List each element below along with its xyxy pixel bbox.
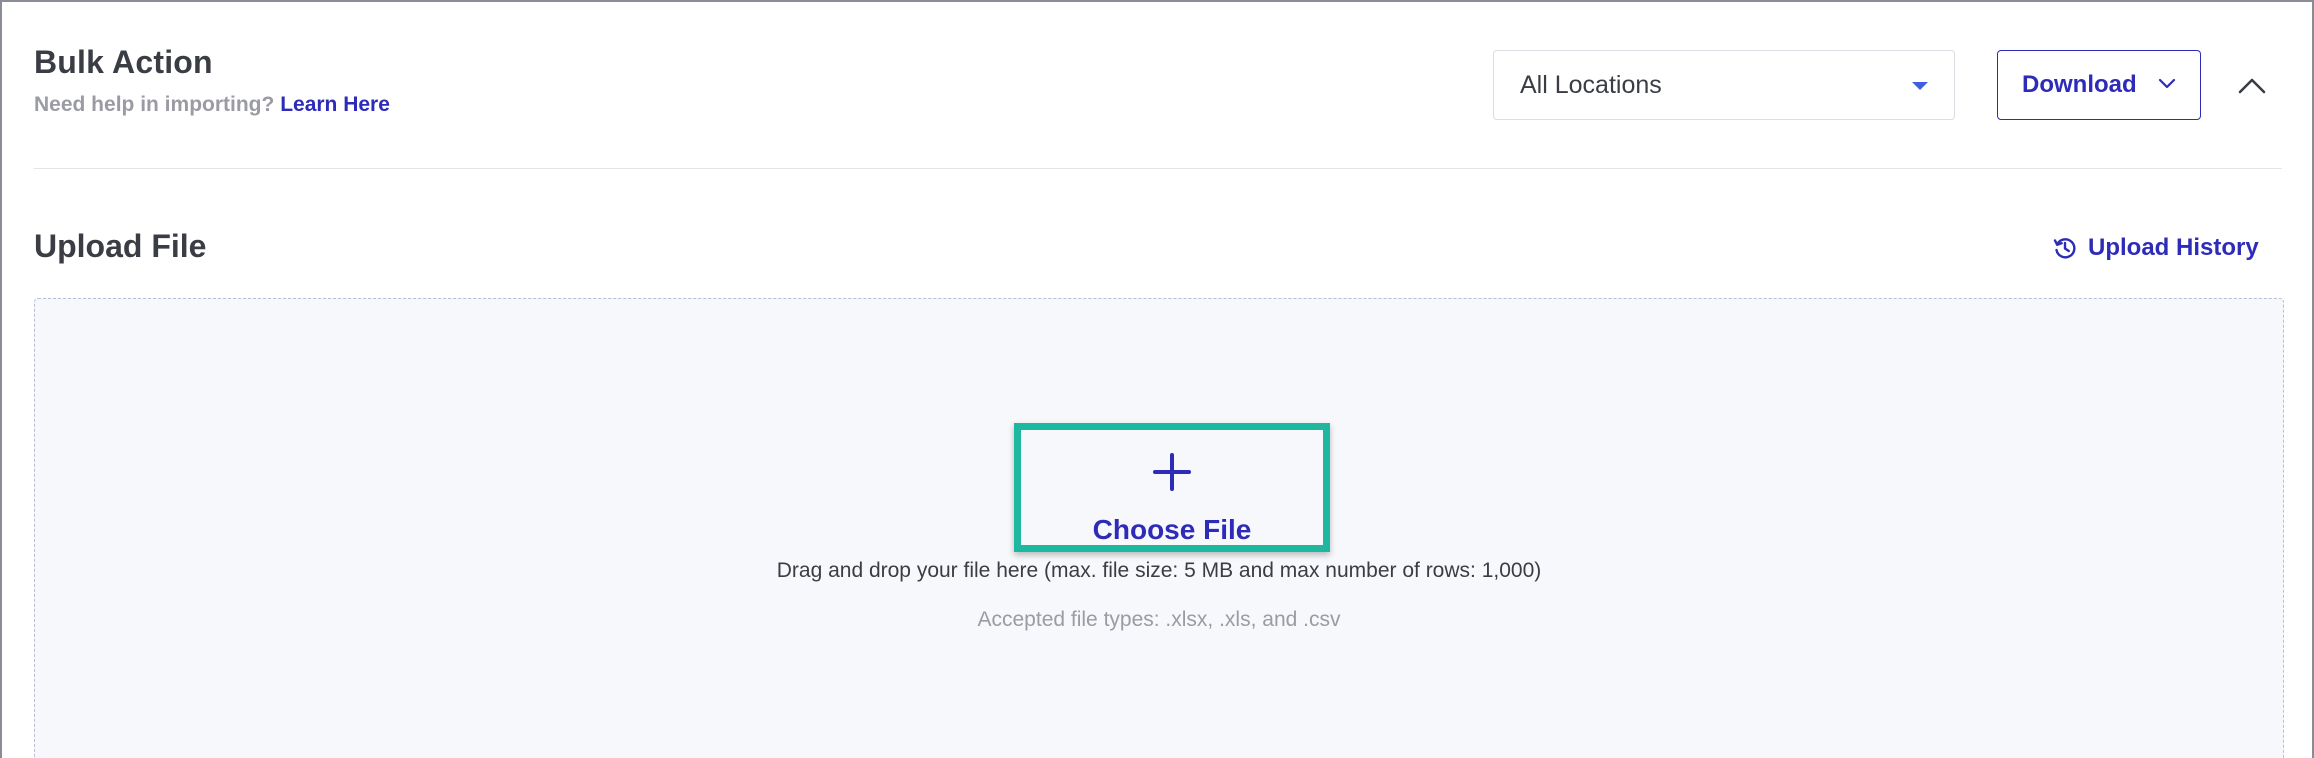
upload-file-title: Upload File bbox=[34, 228, 207, 264]
location-select[interactable]: All Locations bbox=[1493, 50, 1955, 120]
learn-here-link[interactable]: Learn Here bbox=[280, 93, 390, 116]
choose-file-label: Choose File bbox=[1092, 514, 1252, 545]
plus-icon bbox=[1153, 453, 1191, 491]
location-select-value: All Locations bbox=[1520, 70, 1662, 99]
help-text: Need help in importing? Learn Here bbox=[34, 93, 390, 117]
help-prefix: Need help in importing? bbox=[34, 93, 275, 116]
accepted-file-types: Accepted file types: .xlsx, .xls, and .c… bbox=[977, 608, 1341, 631]
upload-history-link[interactable]: Upload History bbox=[2052, 234, 2259, 262]
download-button-label: Download bbox=[2022, 71, 2137, 98]
drag-drop-instructions: Drag and drop your file here (max. file … bbox=[776, 559, 1542, 582]
download-button[interactable]: Download bbox=[1997, 50, 2201, 120]
bulk-action-panel: Bulk Action Need help in importing? Lear… bbox=[0, 0, 2314, 758]
choose-file-button[interactable]: Choose File bbox=[1014, 423, 1330, 552]
chevron-down-icon bbox=[2158, 78, 2176, 89]
caret-down-icon bbox=[1912, 82, 1928, 90]
section-divider bbox=[34, 168, 2282, 169]
collapse-button[interactable] bbox=[2234, 72, 2270, 100]
chevron-up-icon bbox=[2238, 78, 2266, 94]
page-title: Bulk Action bbox=[34, 44, 213, 80]
history-icon bbox=[2053, 238, 2076, 259]
upload-history-label: Upload History bbox=[2088, 234, 2259, 261]
